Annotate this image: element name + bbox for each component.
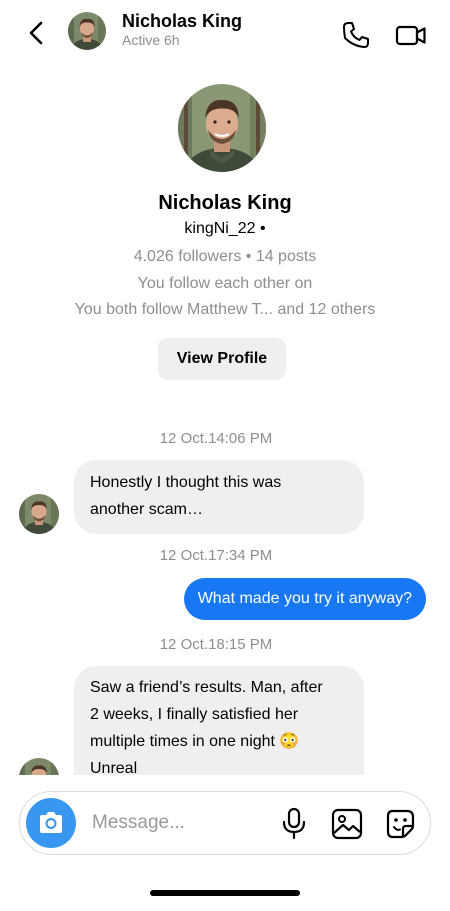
chat-header: Nicholas King Active 6h [0,0,450,70]
profile-username: kingNi_22 • [184,220,266,237]
message-scroll-clip: Saw a friend’s results. Man, after 2 wee… [0,640,450,775]
profile-follow-status: You follow each other on [137,275,313,292]
incoming-message-bubble[interactable]: Saw a friend’s results. Man, after 2 wee… [74,666,364,775]
microphone-icon [282,807,306,840]
header-avatar[interactable] [68,12,106,50]
back-button[interactable] [22,16,50,50]
message-line: Saw a friend’s results. Man, after [90,679,323,696]
home-indicator[interactable] [150,890,300,896]
voice-call-button[interactable] [340,19,372,51]
header-contact-name[interactable]: Nicholas King [122,11,242,32]
profile-mutual-followers[interactable]: You both follow Matthew T... and 12 othe… [0,301,450,319]
profile-avatar[interactable] [178,84,266,172]
phone-icon [343,22,369,48]
message-line: Honestly I thought this was [90,474,282,491]
message-composer [19,791,431,855]
message-line: Unreal [90,760,138,775]
sender-avatar[interactable] [19,758,59,775]
message-timestamp: 12 Oct.14:06 PM [159,430,273,447]
message-input[interactable] [92,806,262,840]
camera-button[interactable] [26,798,76,848]
sticker-button[interactable] [384,808,416,840]
video-camera-icon [395,25,426,46]
gallery-button[interactable] [331,808,363,840]
message-line: another scam… [90,501,203,518]
profile-name: Nicholas King [158,192,292,214]
outgoing-message-bubble[interactable]: What made you try it anyway? [183,578,426,620]
message-line: multiple times in one night 😳 [90,733,300,750]
gallery-icon [331,808,363,840]
video-call-button[interactable] [394,19,428,51]
back-chevron-icon [29,21,43,45]
incoming-message-bubble[interactable]: Honestly I thought this was another scam… [74,460,364,534]
header-active-status: Active 6h [122,32,180,48]
message-timestamp: 12 Oct.17:34 PM [159,547,273,564]
view-profile-button[interactable]: View Profile [158,338,286,380]
message-line: 2 weeks, I finally satisfied her [90,706,299,723]
sticker-icon [386,809,415,839]
camera-icon [40,812,62,833]
profile-stats: 4.026 followers • 14 posts [133,248,317,265]
sender-avatar[interactable] [19,494,59,534]
voice-message-button[interactable] [279,806,309,840]
